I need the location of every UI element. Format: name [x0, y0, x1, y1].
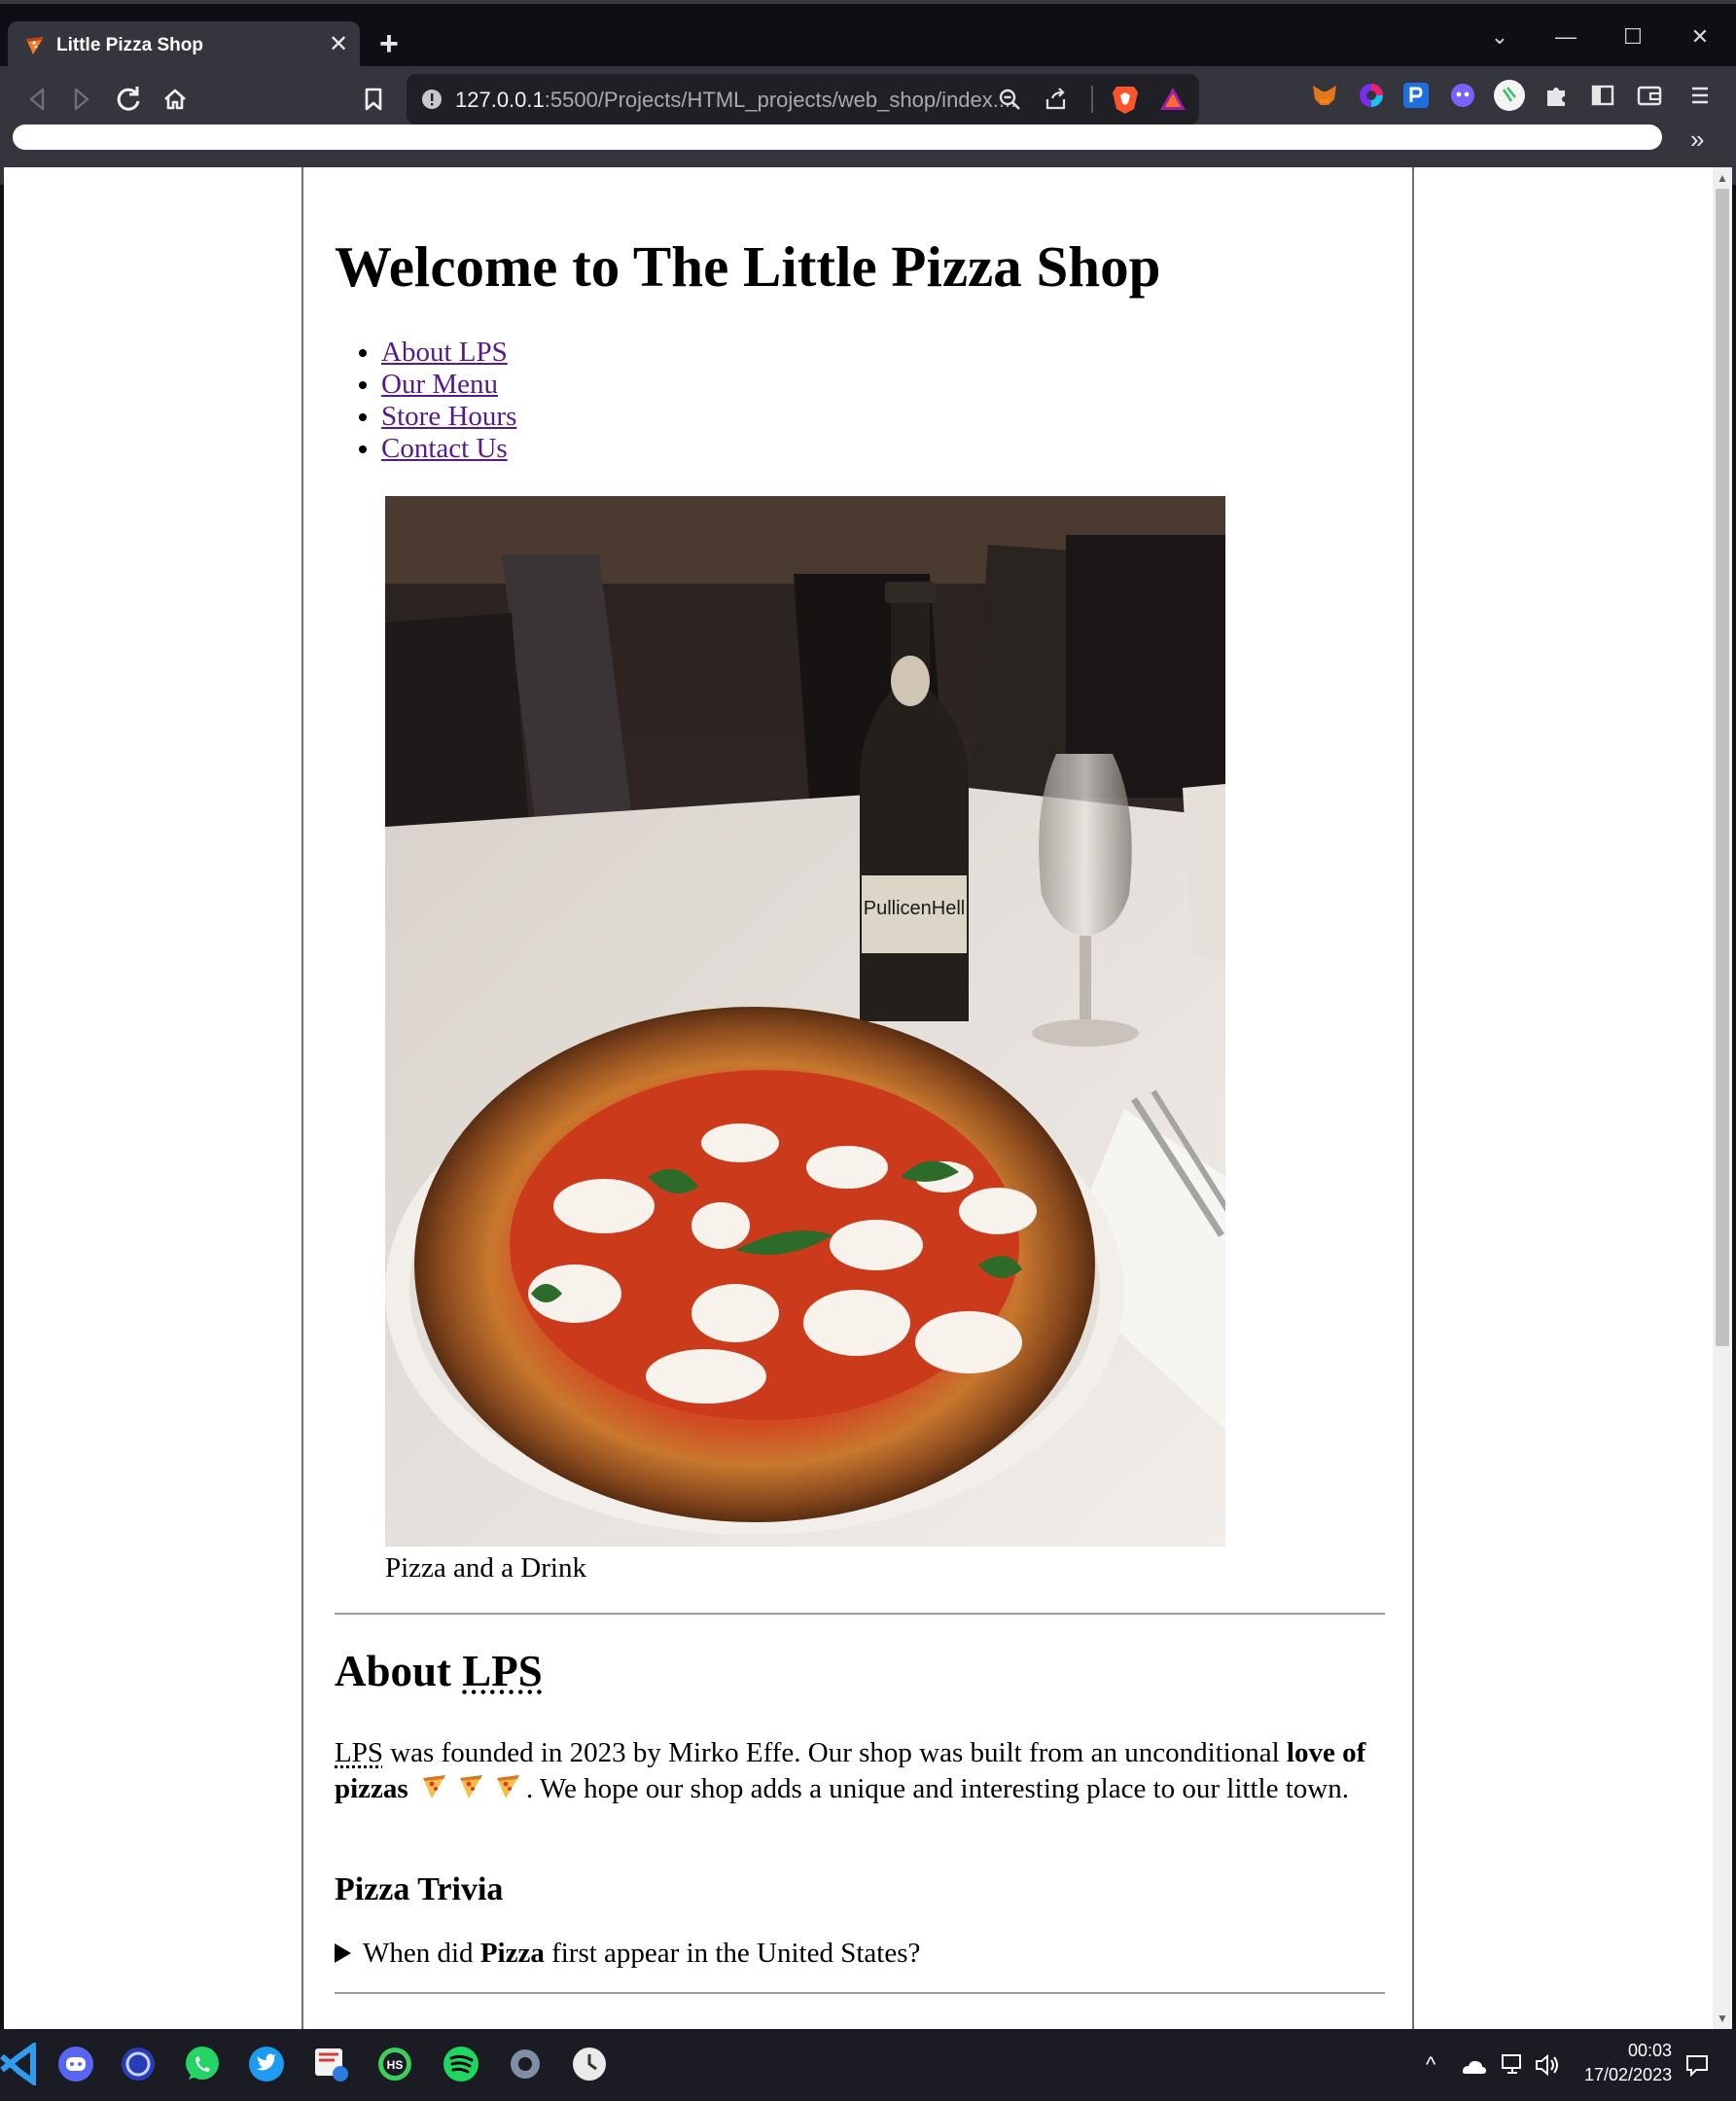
hs-icon[interactable]: HS [373, 2043, 416, 2085]
nav-item-contact: Contact Us [381, 433, 516, 465]
brave-shields-icon[interactable] [1111, 84, 1140, 115]
pizza-and-drink-photo: PullicenHell [385, 496, 1225, 1547]
clock-icon[interactable] [568, 2043, 611, 2085]
lps-abbreviation-inline[interactable]: LPS [335, 1737, 383, 1768]
metamask-icon[interactable] [1307, 78, 1342, 113]
pizza-emoji-icon [459, 1775, 482, 1798]
whatsapp-icon[interactable] [181, 2043, 224, 2085]
browser-titlebar: Little Pizza Shop ✕ + ⌄ — ☐ ✕ [0, 0, 1736, 70]
maximize-button[interactable]: ☐ [1613, 18, 1652, 56]
proton-icon[interactable] [117, 2043, 159, 2085]
page-content-column: Welcome to The Little Pizza Shop About L… [301, 167, 1414, 2029]
nav-link-menu[interactable]: Our Menu [381, 369, 498, 400]
scroll-up-arrow-icon[interactable]: ▲ [1713, 171, 1732, 185]
home-icon[interactable] [154, 78, 196, 121]
discord-icon[interactable] [54, 2043, 97, 2085]
snipping-tool-icon[interactable] [309, 2043, 352, 2085]
ghost-extension-icon[interactable] [1445, 78, 1480, 113]
pizza-emoji-icon [496, 1775, 519, 1798]
lps-abbreviation[interactable]: LPS [462, 1647, 543, 1695]
back-icon[interactable] [16, 78, 58, 121]
nav-link-about[interactable]: About LPS [381, 337, 508, 368]
about-paragraph: LPS was founded in 2023 by Mirko Effe. O… [335, 1735, 1385, 1807]
pizza-favicon-icon [26, 37, 44, 54]
spotify-icon[interactable] [440, 2043, 482, 2085]
about-text-1: was founded in 2023 by Mirko Effe. Our s… [382, 1737, 1287, 1768]
reload-icon[interactable] [107, 78, 150, 121]
tray-overflow-icon[interactable]: ^ [1426, 2052, 1435, 2078]
url-path: :5500/Projects/HTML_projects/web_shop/in… [544, 88, 1017, 112]
trivia-question-suffix: first appear in the United States? [544, 1938, 921, 1969]
trivia-question-bold: Pizza [479, 1938, 545, 1969]
nav-link-hours[interactable]: Store Hours [381, 401, 516, 432]
nav-link-contact[interactable]: Contact Us [381, 433, 508, 464]
share-icon[interactable] [1043, 86, 1070, 113]
trivia-details-summary[interactable]: When did Pizza first appear in the Unite… [335, 1938, 920, 1970]
address-bar[interactable]: 127.0.0.1:5500/Projects/HTML_projects/we… [407, 74, 1199, 125]
notifications-icon[interactable] [1683, 2050, 1712, 2080]
bookmark-icon[interactable] [352, 78, 395, 121]
settings-icon[interactable] [504, 2043, 547, 2085]
close-window-button[interactable]: ✕ [1681, 18, 1719, 56]
color-extension-icon[interactable] [1354, 78, 1389, 113]
menu-icon[interactable] [1683, 78, 1718, 113]
vscode-icon[interactable] [0, 2043, 43, 2085]
tab-search-icon[interactable]: ⌄ [1480, 18, 1519, 56]
clock-date[interactable]: 17/02/2023 [1584, 2065, 1672, 2085]
clock-time[interactable]: 00:03 [1628, 2041, 1672, 2061]
p-extension-icon[interactable] [1399, 78, 1434, 113]
nav-item-about: About LPS [381, 337, 516, 369]
svg-text:HS: HS [387, 2058, 404, 2072]
about-heading-text: About [335, 1647, 463, 1695]
zoom-icon[interactable] [996, 86, 1023, 113]
url-host: 127.0.0.1 [455, 88, 545, 112]
nav-item-hours: Store Hours [381, 401, 516, 433]
trivia-question-prefix: When did [363, 1938, 480, 1969]
pizza-emoji-icon [422, 1775, 445, 1798]
volume-icon[interactable] [1533, 2050, 1562, 2080]
forward-icon[interactable] [60, 78, 103, 121]
about-heading: About LPS [335, 1646, 543, 1696]
tab-close-icon[interactable]: ✕ [329, 33, 348, 56]
site-nav: About LPS Our Menu Store Hours Contact U… [362, 337, 516, 465]
hero-figure: PullicenHell Pizza and a Drink [385, 496, 1225, 1585]
onedrive-icon[interactable] [1459, 2050, 1488, 2080]
page-title: Welcome to The Little Pizza Shop [335, 234, 1161, 299]
wallet-icon[interactable] [1632, 78, 1667, 113]
disclosure-triangle-icon[interactable] [335, 1943, 351, 1963]
page-viewport: Welcome to The Little Pizza Shop About L… [4, 167, 1732, 2029]
twitter-icon[interactable] [245, 2043, 288, 2085]
browser-tab-active[interactable]: Little Pizza Shop ✕ [8, 21, 360, 70]
about-text-2: . We hope our shop adds a unique and int… [525, 1773, 1349, 1804]
windows-taskbar: HS ^ [0, 2029, 1736, 2101]
bookmarks-overflow-button[interactable]: » [1690, 125, 1704, 155]
vertical-scrollbar[interactable]: ▲ ▼ [1713, 167, 1732, 2029]
bookmarks-bar[interactable] [13, 125, 1662, 150]
minimize-button[interactable]: — [1546, 18, 1585, 56]
trivia-heading: Pizza Trivia [335, 1871, 504, 1907]
svg-text:PullicenHell: PullicenHell [864, 898, 966, 919]
url-text: 127.0.0.1:5500/Projects/HTML_projects/we… [455, 88, 1016, 113]
scroll-down-arrow-icon[interactable]: ▼ [1713, 2012, 1732, 2025]
tab-title: Little Pizza Shop [56, 35, 203, 55]
omnibox-divider [1091, 86, 1093, 113]
site-info-icon[interactable] [420, 88, 443, 111]
scrollbar-thumb[interactable] [1716, 189, 1729, 1346]
brave-rewards-icon[interactable] [1158, 86, 1187, 113]
section-divider [335, 1613, 1385, 1615]
sidebar-icon[interactable] [1585, 78, 1620, 113]
section-divider [335, 1992, 1385, 1994]
profile-avatar-icon[interactable] [1492, 78, 1527, 113]
nav-item-menu: Our Menu [381, 369, 516, 401]
extensions-puzzle-icon[interactable] [1539, 78, 1574, 113]
hero-caption: Pizza and a Drink [385, 1552, 586, 1584]
new-tab-button[interactable]: + [379, 27, 399, 60]
network-icon[interactable] [1498, 2050, 1527, 2080]
